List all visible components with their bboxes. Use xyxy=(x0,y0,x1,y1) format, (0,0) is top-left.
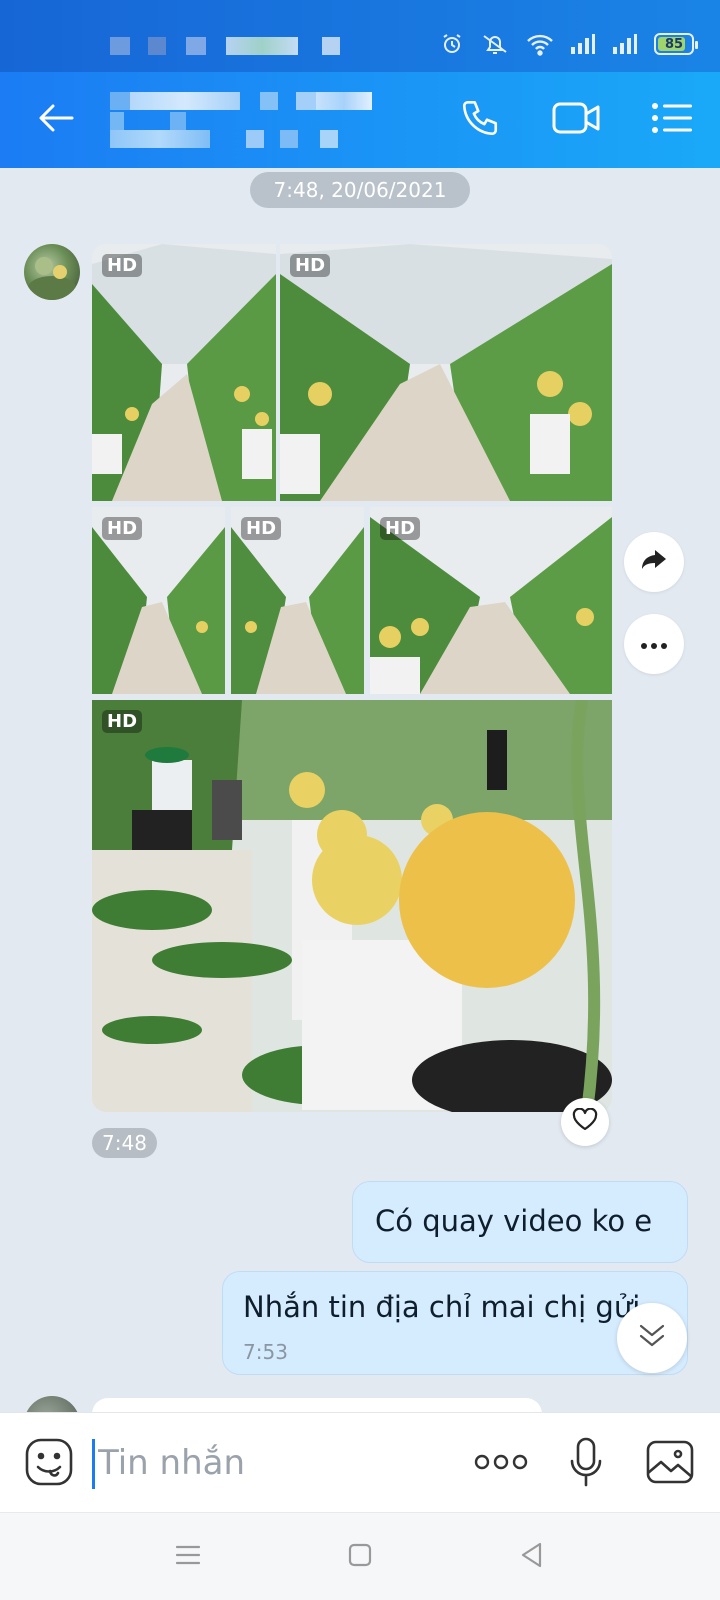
mute-icon xyxy=(480,32,510,56)
more-dots-icon xyxy=(640,635,668,654)
video-camera-icon xyxy=(551,99,601,141)
signal-icon-1 xyxy=(570,33,596,55)
contact-name[interactable] xyxy=(110,92,380,150)
message-composer xyxy=(0,1412,720,1512)
text-cursor xyxy=(92,1439,95,1489)
photo-thumbnail[interactable]: HD xyxy=(92,507,225,694)
hd-badge: HD xyxy=(102,254,143,277)
message-input[interactable] xyxy=(98,1435,448,1491)
scroll-to-bottom-button[interactable] xyxy=(617,1303,687,1373)
emoji-face-icon xyxy=(24,1437,74,1491)
hd-badge: HD xyxy=(102,517,143,540)
back-button[interactable] xyxy=(28,94,84,146)
voice-message-button[interactable] xyxy=(559,1437,613,1491)
hd-badge: HD xyxy=(102,710,143,733)
list-menu-icon xyxy=(651,101,693,139)
square-icon xyxy=(348,1543,372,1571)
recent-apps-button[interactable] xyxy=(166,1535,210,1579)
photo-thumbnail[interactable]: HD xyxy=(280,244,612,501)
share-arrow-icon xyxy=(640,548,668,576)
sticker-button[interactable] xyxy=(22,1437,76,1491)
back-nav-button[interactable] xyxy=(510,1535,554,1579)
home-button[interactable] xyxy=(338,1535,382,1579)
image-icon xyxy=(645,1439,695,1489)
outgoing-message[interactable]: Nhắn tin địa chỉ mai chị gửi 7:53 xyxy=(222,1271,688,1375)
more-input-options-button[interactable] xyxy=(470,1437,532,1491)
alarm-icon xyxy=(440,32,464,56)
hd-badge: HD xyxy=(241,517,282,540)
heart-icon xyxy=(572,1107,598,1136)
message-text: Có quay video ko e xyxy=(375,1204,653,1238)
chat-header xyxy=(0,72,720,168)
phone-icon xyxy=(459,97,501,143)
gallery-button[interactable] xyxy=(643,1437,697,1491)
photo-message-time: 7:48 xyxy=(92,1128,157,1158)
double-chevron-down-icon xyxy=(637,1322,667,1354)
message-time: 7:53 xyxy=(243,1340,288,1364)
horizontal-dots-icon xyxy=(473,1453,529,1475)
message-text: Nhắn tin địa chỉ mai chị gửi xyxy=(243,1290,641,1324)
avatar[interactable] xyxy=(24,244,80,300)
menu-lines-icon xyxy=(175,1543,201,1571)
hd-badge: HD xyxy=(290,254,331,277)
hd-badge: HD xyxy=(380,517,421,540)
photo-thumbnail[interactable]: HD xyxy=(370,507,612,694)
arrow-left-icon xyxy=(38,103,74,137)
battery-indicator: 85 xyxy=(654,33,698,55)
triangle-back-icon xyxy=(520,1542,544,1572)
call-button[interactable] xyxy=(452,94,508,146)
battery-percent: 85 xyxy=(664,36,684,52)
system-navigation-bar xyxy=(0,1512,720,1600)
microphone-icon xyxy=(569,1437,603,1491)
share-button[interactable] xyxy=(624,532,684,592)
wifi-icon xyxy=(526,32,554,56)
photo-album-message: HD HD HD HD HD HD xyxy=(92,244,612,1112)
status-icons: 85 xyxy=(440,30,698,58)
outgoing-message[interactable]: Có quay video ko e xyxy=(352,1181,688,1263)
photo-thumbnail[interactable]: HD xyxy=(231,507,364,694)
status-bar: 85 xyxy=(0,0,720,72)
menu-button[interactable] xyxy=(644,94,700,146)
signal-icon-2 xyxy=(612,33,638,55)
photo-thumbnail[interactable]: HD xyxy=(92,244,276,501)
date-separator: 7:48, 20/06/2021 xyxy=(250,172,470,208)
reaction-button[interactable] xyxy=(561,1098,609,1146)
more-options-button[interactable] xyxy=(624,614,684,674)
video-call-button[interactable] xyxy=(548,94,604,146)
photo-thumbnail[interactable]: HD xyxy=(92,700,612,1112)
